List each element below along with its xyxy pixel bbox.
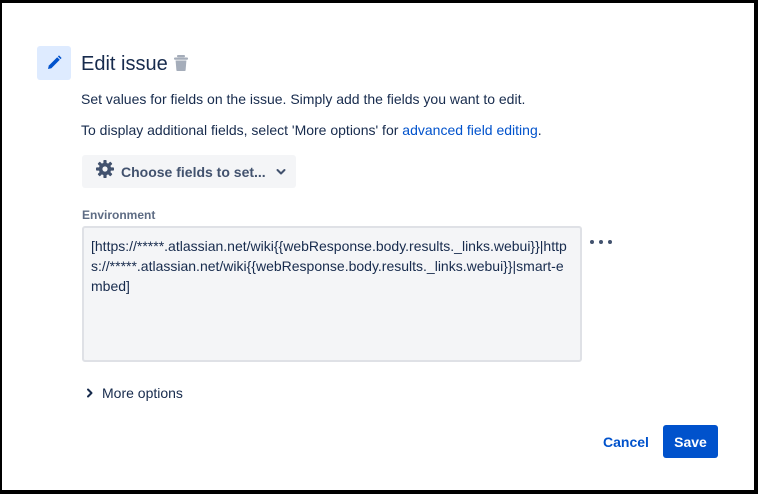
- choose-fields-button[interactable]: Choose fields to set...: [82, 155, 296, 188]
- save-button[interactable]: Save: [663, 425, 718, 458]
- dialog-title: Edit issue: [81, 53, 168, 75]
- edit-issue-dialog: Edit issue Set values for fields on the …: [2, 3, 754, 490]
- chevron-down-icon: [276, 163, 286, 181]
- gear-icon: [96, 160, 114, 183]
- description-line-2-suffix: .: [537, 122, 542, 138]
- chevron-right-icon: [86, 385, 94, 401]
- environment-field[interactable]: [https://*****.atlassian.net/wiki{{webRe…: [82, 226, 582, 362]
- advanced-field-editing-link[interactable]: advanced field editing: [402, 122, 537, 138]
- trash-icon[interactable]: [174, 55, 190, 73]
- description-line-2: To display additional fields, select 'Mo…: [81, 121, 542, 139]
- more-actions-icon[interactable]: [590, 235, 612, 249]
- pencil-icon: [37, 46, 71, 80]
- more-options-label: More options: [102, 385, 183, 401]
- description-line-1: Set values for fields on the issue. Simp…: [81, 91, 526, 107]
- environment-label: Environment: [82, 208, 156, 222]
- choose-fields-label: Choose fields to set...: [121, 163, 266, 180]
- description-line-2-prefix: To display additional fields, select 'Mo…: [81, 122, 403, 138]
- more-options-toggle[interactable]: More options: [86, 385, 183, 401]
- cancel-button[interactable]: Cancel: [594, 426, 658, 458]
